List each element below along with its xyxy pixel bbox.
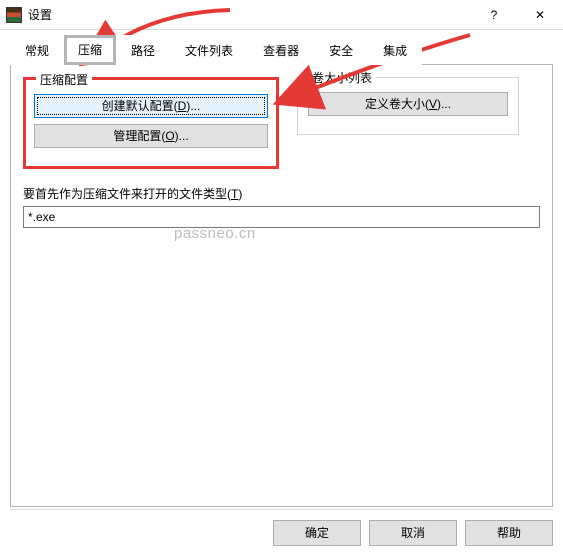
- tab-panel-compression: 压缩配置 创建默认配置(D)... 管理配置(O)... 卷大小列表 定义卷大小…: [10, 64, 553, 507]
- app-icon: [6, 7, 22, 23]
- tab-filelist[interactable]: 文件列表: [170, 35, 248, 65]
- manage-profiles-button[interactable]: 管理配置(O)...: [34, 124, 268, 148]
- button-label: 创建默认配置(D)...: [102, 99, 201, 113]
- groups-row: 压缩配置 创建默认配置(D)... 管理配置(O)... 卷大小列表 定义卷大小…: [23, 77, 540, 169]
- tab-compression[interactable]: 压缩: [64, 35, 116, 65]
- tab-viewer[interactable]: 查看器: [248, 35, 314, 65]
- button-label: 定义卷大小(V)...: [365, 97, 451, 111]
- filetype-label: 要首先作为压缩文件来打开的文件类型(T): [23, 185, 540, 202]
- help-button[interactable]: ?: [471, 0, 517, 29]
- create-default-profile-button[interactable]: 创建默认配置(D)...: [34, 94, 268, 118]
- dialog-footer: 确定 取消 帮助: [10, 509, 553, 546]
- titlebar: 设置 ? ✕: [0, 0, 563, 30]
- ok-button[interactable]: 确定: [273, 520, 361, 546]
- window-title: 设置: [28, 6, 52, 23]
- define-volume-sizes-button[interactable]: 定义卷大小(V)...: [308, 92, 508, 116]
- help-button-footer[interactable]: 帮助: [465, 520, 553, 546]
- group-compression-profiles-legend: 压缩配置: [36, 71, 92, 88]
- tab-general[interactable]: 常规: [10, 35, 64, 65]
- group-volume-sizes-legend: 卷大小列表: [308, 69, 376, 86]
- titlebar-left: 设置: [6, 6, 52, 23]
- tab-security[interactable]: 安全: [314, 35, 368, 65]
- window-controls: ? ✕: [471, 0, 563, 29]
- close-button[interactable]: ✕: [517, 0, 563, 29]
- tab-integration[interactable]: 集成: [368, 35, 422, 65]
- filetype-input[interactable]: [23, 206, 540, 228]
- cancel-button[interactable]: 取消: [369, 520, 457, 546]
- tab-strip: 常规 压缩 路径 文件列表 查看器 安全 集成: [0, 30, 563, 64]
- button-label: 管理配置(O)...: [113, 129, 188, 143]
- tab-path[interactable]: 路径: [116, 35, 170, 65]
- group-volume-sizes: 卷大小列表 定义卷大小(V)...: [297, 77, 519, 135]
- group-compression-profiles: 压缩配置 创建默认配置(D)... 管理配置(O)...: [23, 77, 279, 169]
